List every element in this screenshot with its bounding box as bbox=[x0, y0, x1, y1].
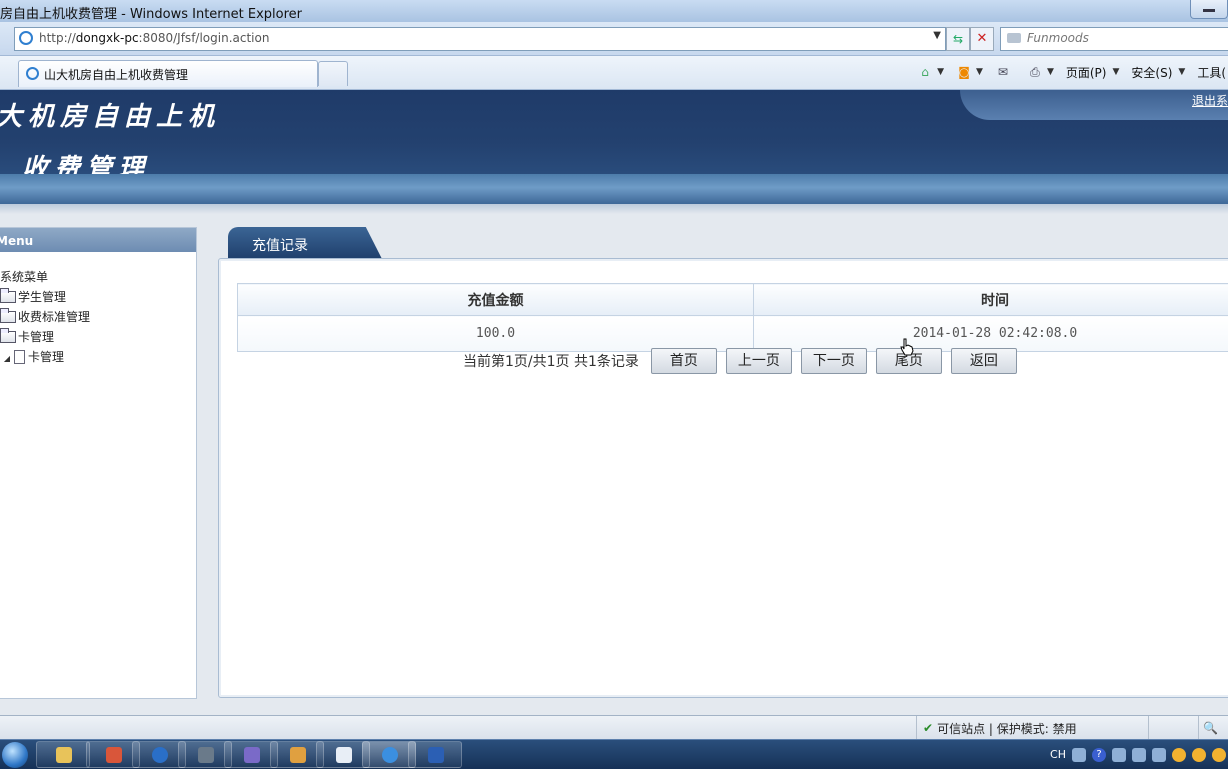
sidebar-item-fee-standard[interactable]: 收费标准管理 bbox=[0, 308, 90, 325]
settings-icon[interactable] bbox=[1112, 748, 1126, 762]
table-row: 100.0 2014-01-28 02:42:08.0 bbox=[238, 316, 1228, 352]
banner-title-line1: 大机房自由上机 bbox=[0, 96, 220, 133]
system-tray: CH ? bbox=[1050, 740, 1228, 769]
window-title-bar: 房自由上机收费管理 - Windows Internet Explorer bbox=[0, 0, 1228, 23]
page-menu[interactable]: 页面(P) bbox=[1066, 64, 1107, 81]
previous-page-button[interactable]: 上一页 bbox=[726, 348, 792, 374]
address-bar[interactable]: http://dongxk-pc:8080/Jfsf/login.action … bbox=[14, 27, 946, 51]
app-icon bbox=[106, 747, 122, 763]
print-icon[interactable]: ⎙ bbox=[1027, 65, 1043, 79]
expand-triangle-icon[interactable]: ◢ bbox=[0, 354, 14, 363]
search-provider-icon bbox=[1007, 33, 1021, 43]
network-icon[interactable] bbox=[1132, 748, 1146, 762]
ie-tab-icon bbox=[26, 67, 39, 80]
sidebar-item-student-management[interactable]: 学生管理 bbox=[0, 288, 66, 305]
pagination: 当前第1页/共1页 共1条记录 首页 上一页 下一页 尾页 返回 bbox=[463, 348, 1026, 374]
table-header-row: 充值金额 时间 bbox=[238, 284, 1228, 316]
chevron-down-icon[interactable]: ▼ bbox=[1112, 67, 1119, 77]
keyboard-icon[interactable] bbox=[1072, 748, 1086, 762]
cell-amount: 100.0 bbox=[238, 316, 754, 352]
column-header-time: 时间 bbox=[754, 284, 1228, 316]
chevron-down-icon[interactable]: ▼ bbox=[1047, 67, 1054, 77]
folder-icon bbox=[56, 747, 72, 763]
command-bar: ⌂ ▼ ◙ ▼ ✉ ⎙ ▼ 页面(P) ▼ 安全(S) ▼ 工具( bbox=[917, 62, 1228, 82]
address-dropdown-icon[interactable]: ▼ bbox=[933, 30, 941, 41]
taskbar-word[interactable] bbox=[408, 741, 462, 768]
status-bar: ✔ 可信站点 | 保护模式: 禁用 🔍10 bbox=[0, 715, 1228, 740]
search-placeholder: Funmoods bbox=[1027, 31, 1089, 45]
word-icon bbox=[428, 747, 444, 763]
ie-page-icon bbox=[19, 31, 33, 45]
page-content: 大机房自由上机 收费管理 退出系 Menu 系统菜单 学生管理 收费标准管理 卡… bbox=[0, 90, 1228, 715]
app-icon bbox=[198, 747, 214, 763]
search-box[interactable]: Funmoods bbox=[1000, 27, 1228, 51]
security-zone[interactable]: ✔ 可信站点 | 保护模式: 禁用 bbox=[916, 716, 1077, 740]
start-button[interactable] bbox=[2, 742, 28, 768]
tab-bar: 山大机房自由上机收费管理 ⌂ ▼ ◙ ▼ ✉ ⎙ ▼ 页面(P) ▼ 安全(S) ▼ 工具… bbox=[0, 56, 1228, 90]
help-icon[interactable]: ? bbox=[1092, 748, 1106, 762]
app-icon bbox=[290, 747, 306, 763]
taskbar: CH ? bbox=[0, 739, 1228, 769]
main-panel-tab: 充值记录 bbox=[228, 227, 383, 259]
sidebar-subitem-card-management[interactable]: ◢卡管理 bbox=[0, 348, 64, 365]
feeds-icon[interactable]: ◙ bbox=[956, 65, 972, 79]
checkmark-icon: ✔ bbox=[923, 721, 933, 735]
sidebar-item-system-menu[interactable]: 系统菜单 bbox=[0, 268, 48, 285]
address-url: http://dongxk-pc:8080/Jfsf/login.action bbox=[39, 31, 269, 45]
chevron-down-icon[interactable]: ▼ bbox=[976, 67, 983, 77]
display-icon[interactable] bbox=[1152, 748, 1166, 762]
banner-decoration bbox=[960, 90, 1228, 120]
language-indicator[interactable]: CH bbox=[1050, 748, 1066, 761]
pagination-info: 当前第1页/共1页 共1条记录 bbox=[463, 351, 639, 371]
app-icon bbox=[244, 747, 260, 763]
window-title: 房自由上机收费管理 - Windows Internet Explorer bbox=[0, 3, 302, 22]
banner-stripe bbox=[0, 174, 1228, 204]
recharge-record-table: 充值金额 时间 100.0 2014-01-28 02:42:08.0 bbox=[237, 283, 1228, 352]
column-header-amount: 充值金额 bbox=[238, 284, 754, 316]
chevron-down-icon[interactable]: ▼ bbox=[937, 67, 944, 77]
qq-icon[interactable] bbox=[1212, 748, 1226, 762]
tab-label: 山大机房自由上机收费管理 bbox=[44, 66, 188, 83]
app-icon bbox=[152, 747, 168, 763]
minimize-button[interactable] bbox=[1190, 0, 1228, 19]
tab-slope bbox=[346, 227, 382, 259]
zoom-level[interactable]: 🔍10 bbox=[1198, 716, 1228, 740]
cell-time: 2014-01-28 02:42:08.0 bbox=[754, 316, 1228, 352]
taskbar-explorer[interactable] bbox=[36, 741, 90, 768]
navigation-bar: http://dongxk-pc:8080/Jfsf/login.action … bbox=[0, 22, 1228, 56]
first-page-button[interactable]: 首页 bbox=[651, 348, 717, 374]
banner-shadow bbox=[0, 204, 1228, 214]
main-panel-title: 充值记录 bbox=[252, 235, 308, 255]
sidebar-menu: Menu 系统菜单 学生管理 收费标准管理 卡管理 ◢卡管理 bbox=[0, 227, 197, 699]
home-icon[interactable]: ⌂ bbox=[917, 65, 933, 79]
stop-button[interactable]: ✕ bbox=[970, 27, 994, 51]
ie-icon bbox=[382, 747, 398, 763]
new-tab-button[interactable] bbox=[318, 61, 348, 86]
security-zone-text: 可信站点 | 保护模式: 禁用 bbox=[937, 720, 1077, 737]
next-page-button[interactable]: 下一页 bbox=[801, 348, 867, 374]
site-banner: 大机房自由上机 收费管理 退出系 bbox=[0, 90, 1228, 178]
refresh-button[interactable]: ⇆ bbox=[946, 27, 970, 51]
safety-menu[interactable]: 安全(S) bbox=[1131, 64, 1172, 81]
mail-icon[interactable]: ✉ bbox=[995, 65, 1011, 79]
hand-cursor-icon bbox=[900, 338, 914, 356]
document-icon bbox=[14, 350, 25, 364]
folder-icon bbox=[0, 311, 16, 323]
tools-menu[interactable]: 工具( bbox=[1197, 64, 1226, 81]
folder-icon bbox=[0, 291, 16, 303]
qq-icon[interactable] bbox=[1192, 748, 1206, 762]
browser-tab[interactable]: 山大机房自由上机收费管理 bbox=[18, 60, 318, 87]
sidebar-item-card-management[interactable]: 卡管理 bbox=[0, 328, 54, 345]
folder-icon bbox=[0, 331, 16, 343]
document-icon bbox=[336, 747, 352, 763]
back-button[interactable]: 返回 bbox=[951, 348, 1017, 374]
menu-header: Menu bbox=[0, 228, 196, 252]
status-tools[interactable] bbox=[1148, 716, 1199, 740]
qq-icon[interactable] bbox=[1172, 748, 1186, 762]
chevron-down-icon[interactable]: ▼ bbox=[1178, 67, 1185, 77]
logout-link[interactable]: 退出系 bbox=[1192, 92, 1228, 109]
